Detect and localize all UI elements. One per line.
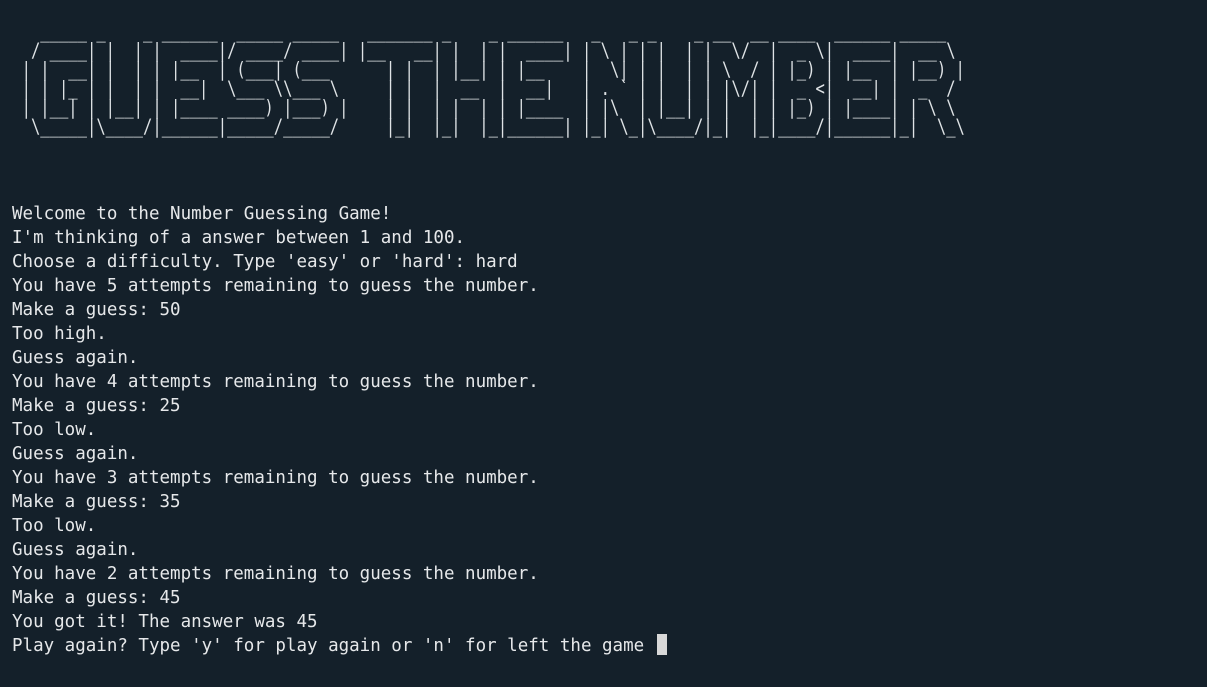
output-line: Too low. bbox=[12, 420, 97, 440]
output-line: Guess again. bbox=[12, 348, 139, 368]
play-again-prompt: Play again? Type 'y' for play again or '… bbox=[12, 636, 655, 656]
text-cursor[interactable] bbox=[656, 634, 667, 655]
terminal-window[interactable]: _____ _ _ ______ _____ _____ _______ _ _… bbox=[0, 0, 1207, 687]
output-line: Too low. bbox=[12, 516, 97, 536]
output-line: Make a guess: 50 bbox=[12, 300, 181, 320]
output-line: You have 4 attempts remaining to guess t… bbox=[12, 372, 539, 392]
output-line: Choose a difficulty. Type 'easy' or 'har… bbox=[12, 252, 518, 272]
output-line: You have 5 attempts remaining to guess t… bbox=[12, 276, 539, 296]
output-line: You have 2 attempts remaining to guess t… bbox=[12, 564, 539, 584]
output-line: Make a guess: 35 bbox=[12, 492, 181, 512]
output-line: Guess again. bbox=[12, 540, 139, 560]
output-line: Too high. bbox=[12, 324, 107, 344]
output-line: You have 3 attempts remaining to guess t… bbox=[12, 468, 539, 488]
output-line: Make a guess: 25 bbox=[12, 396, 181, 416]
output-line: You got it! The answer was 45 bbox=[12, 612, 318, 632]
ascii-banner: _____ _ _ ______ _____ _____ _______ _ _… bbox=[21, 20, 965, 138]
output-line: Make a guess: 45 bbox=[12, 588, 181, 608]
terminal-output: Welcome to the Number Guessing Game! I'm… bbox=[12, 202, 1207, 658]
input-prompt-line[interactable]: Play again? Type 'y' for play again or '… bbox=[12, 634, 1207, 658]
output-line: Welcome to the Number Guessing Game! bbox=[12, 204, 392, 224]
output-line: Guess again. bbox=[12, 444, 139, 464]
output-line: I'm thinking of a answer between 1 and 1… bbox=[12, 228, 466, 248]
